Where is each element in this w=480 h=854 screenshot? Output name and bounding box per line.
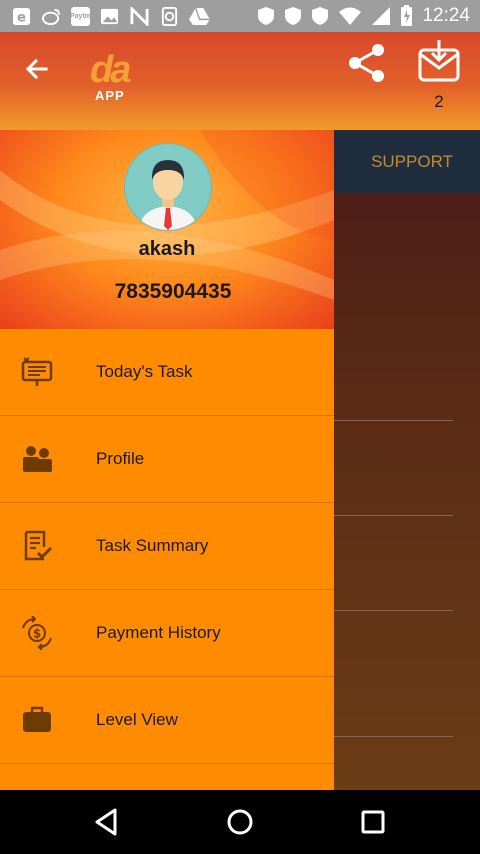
status-time: 12:24 bbox=[422, 5, 470, 26]
shield-icon bbox=[312, 7, 329, 25]
support-tab[interactable]: SUPPORT bbox=[334, 130, 480, 193]
shield-icon bbox=[285, 7, 302, 25]
status-bar: e Paytm 12:24 bbox=[0, 0, 480, 32]
svg-text:e: e bbox=[17, 10, 26, 25]
svg-text:$: $ bbox=[33, 627, 41, 641]
menu-item-task-summary[interactable]: Task Summary bbox=[0, 503, 334, 590]
user-phone: 7835904435 bbox=[114, 280, 232, 303]
divider bbox=[334, 420, 453, 421]
home-circle-icon[interactable] bbox=[222, 804, 258, 840]
ie-icon: e bbox=[11, 6, 32, 27]
briefcase-icon bbox=[23, 706, 51, 732]
divider bbox=[334, 736, 453, 737]
menu-label: Profile bbox=[96, 449, 145, 468]
back-triangle-icon[interactable] bbox=[89, 804, 125, 840]
inbox-icon[interactable] bbox=[417, 38, 461, 82]
signal-icon bbox=[372, 7, 391, 25]
refresh-box-icon bbox=[159, 6, 180, 27]
wifi-icon bbox=[339, 7, 362, 25]
navigation-drawer: akash 7835904435 Today's Task Profile Ta… bbox=[0, 130, 334, 790]
back-arrow-icon[interactable] bbox=[20, 52, 54, 86]
divider bbox=[334, 610, 453, 611]
drawer-menu: Today's Task Profile Task Summary $ Paym… bbox=[0, 329, 334, 764]
drawer-header: akash 7835904435 bbox=[0, 130, 334, 329]
system-navigation-bar bbox=[0, 790, 480, 854]
menu-item-todays-task[interactable]: Today's Task bbox=[0, 329, 334, 416]
mail-count-badge: 2 bbox=[434, 92, 444, 111]
menu-label: Payment History bbox=[96, 623, 221, 642]
weibo-icon bbox=[41, 6, 62, 27]
battery-charging-icon bbox=[401, 5, 413, 26]
menu-label: Today's Task bbox=[96, 362, 193, 381]
share-icon[interactable] bbox=[346, 42, 388, 84]
user-name: akash bbox=[138, 238, 196, 260]
menu-item-level-view[interactable]: Level View bbox=[0, 677, 334, 764]
paytm-icon: Paytm bbox=[70, 6, 91, 26]
task-board-icon bbox=[21, 357, 53, 386]
app-logo: da APP bbox=[90, 49, 131, 103]
menu-item-profile[interactable]: Profile bbox=[0, 416, 334, 503]
divider bbox=[334, 515, 453, 516]
shield-icon bbox=[258, 7, 275, 25]
image-icon bbox=[99, 6, 120, 27]
people-icon bbox=[23, 446, 52, 472]
checklist-icon bbox=[24, 530, 53, 561]
drive-icon bbox=[189, 6, 210, 27]
avatar[interactable] bbox=[124, 143, 212, 231]
menu-item-payment-history[interactable]: $ Payment History bbox=[0, 590, 334, 677]
dollar-exchange-icon: $ bbox=[22, 616, 52, 650]
menu-label: Task Summary bbox=[96, 536, 209, 555]
menu-label: Level View bbox=[96, 710, 178, 729]
n-icon bbox=[129, 6, 150, 27]
app-bar: da APP 2 bbox=[0, 32, 480, 130]
recents-square-icon[interactable] bbox=[355, 804, 391, 840]
